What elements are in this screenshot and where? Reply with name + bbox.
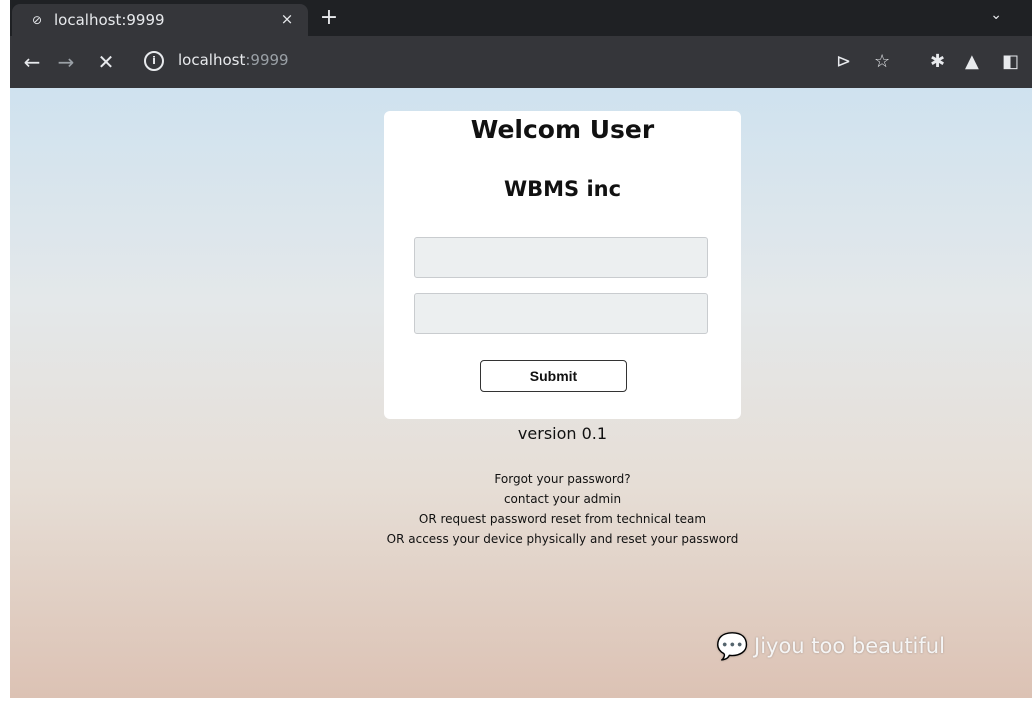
login-card: Welcom User WBMS inc Submit: [384, 111, 741, 419]
url-port: :9999: [245, 51, 289, 69]
chat-bubble-icon: 💬: [716, 632, 749, 662]
help-line: OR request password reset from technical…: [418, 512, 707, 526]
tab-strip: ⊘ localhost:9999 × + ⌄: [10, 0, 1032, 36]
tab-search-chevron-icon[interactable]: ⌄: [990, 7, 1002, 23]
side-panel-icon[interactable]: ◧: [1002, 51, 1019, 73]
submit-button[interactable]: Submit: [480, 360, 627, 392]
help-line: Forgot your password?: [494, 472, 631, 486]
version-label: version 0.1: [517, 424, 608, 443]
url-host: localhost: [178, 51, 246, 69]
close-tab-icon[interactable]: ×: [278, 10, 296, 28]
new-tab-button[interactable]: +: [316, 5, 342, 31]
tab-title: localhost:9999: [54, 11, 165, 29]
help-line: contact your admin: [503, 492, 622, 506]
labs-icon[interactable]: ▲: [965, 51, 979, 73]
browser-toolbar: ← → ✕ i localhost:9999 ⊳ ☆ ✱ ▲ ◧: [10, 36, 1032, 88]
page-viewport: Welcom User WBMS inc Submit version 0.1 …: [10, 88, 1032, 698]
address-bar[interactable]: localhost:9999: [178, 51, 289, 69]
help-line: OR access your device physically and res…: [386, 532, 739, 546]
back-icon[interactable]: ←: [20, 50, 44, 74]
send-icon[interactable]: ⊳: [836, 51, 851, 73]
password-help-text: Forgot your password? contact your admin…: [310, 469, 815, 549]
extensions-icon[interactable]: ✱: [930, 51, 945, 73]
page-loading-icon: ⊘: [32, 13, 43, 27]
info-icon[interactable]: i: [144, 51, 164, 71]
username-input[interactable]: [414, 237, 708, 278]
forward-icon[interactable]: →: [54, 50, 78, 74]
browser-tab[interactable]: ⊘ localhost:9999 ×: [12, 4, 308, 36]
watermark: 💬 Jiyou too beautiful: [716, 632, 945, 662]
stop-icon[interactable]: ✕: [94, 50, 118, 74]
company-name: WBMS inc: [503, 177, 622, 201]
star-icon[interactable]: ☆: [874, 51, 890, 73]
password-input[interactable]: [414, 293, 708, 334]
watermark-text: Jiyou too beautiful: [754, 634, 945, 658]
welcome-heading: Welcom User: [470, 115, 655, 144]
